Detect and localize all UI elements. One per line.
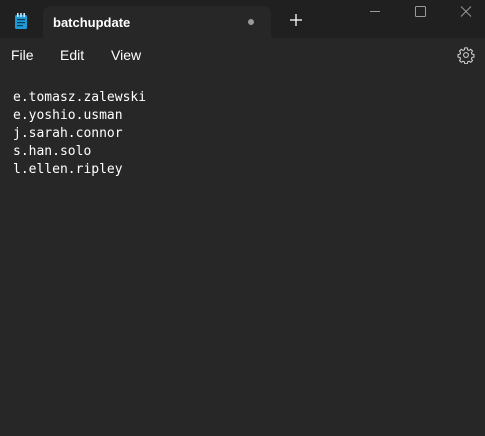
notepad-icon: [15, 13, 27, 29]
tab-batchupdate[interactable]: batchupdate: [43, 6, 271, 38]
menu-file[interactable]: File: [11, 47, 34, 63]
text-line[interactable]: s.han.solo: [13, 143, 146, 161]
text-line[interactable]: e.tomasz.zalewski: [13, 89, 146, 107]
text-line[interactable]: l.ellen.ripley: [13, 161, 146, 179]
minimize-icon[interactable]: [352, 0, 398, 24]
document-lines: e.tomasz.zalewski e.yoshio.usman j.sarah…: [13, 89, 146, 179]
unsaved-dot-icon[interactable]: [248, 19, 254, 25]
text-line[interactable]: j.sarah.connor: [13, 125, 146, 143]
maximize-icon[interactable]: [397, 0, 443, 24]
tab-title: batchupdate: [53, 15, 131, 30]
gear-icon[interactable]: [457, 46, 475, 64]
menu-bar: File Edit View: [0, 38, 485, 72]
text-editor[interactable]: e.tomasz.zalewski e.yoshio.usman j.sarah…: [0, 72, 485, 436]
close-icon[interactable]: [439, 0, 485, 24]
menu-edit[interactable]: Edit: [60, 47, 84, 63]
menu-view[interactable]: View: [111, 47, 141, 63]
title-bar: batchupdate: [0, 0, 485, 38]
text-line[interactable]: e.yoshio.usman: [13, 107, 146, 125]
plus-icon[interactable]: [287, 11, 305, 29]
